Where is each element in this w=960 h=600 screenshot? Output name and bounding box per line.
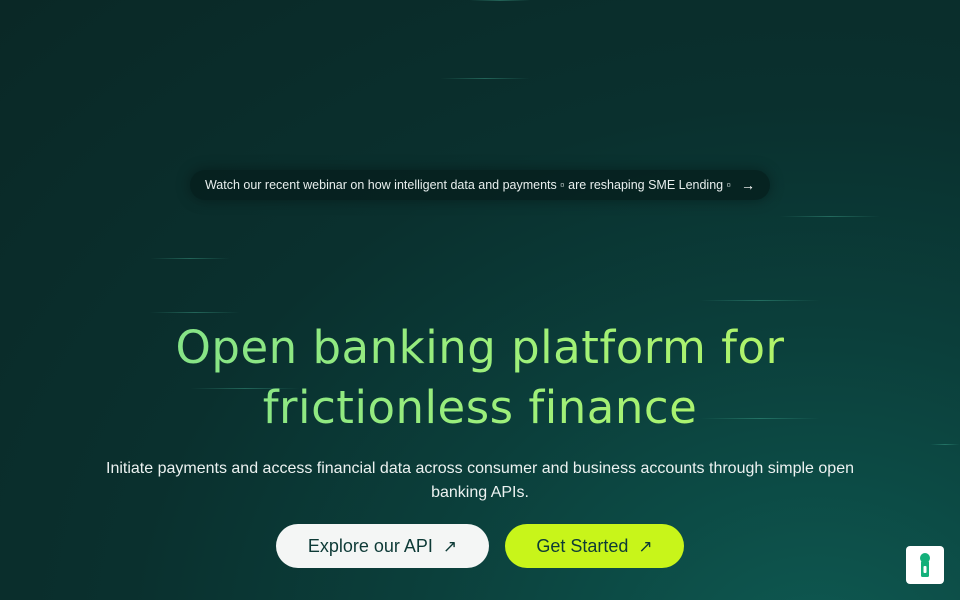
decorative-streak <box>470 0 530 1</box>
explore-api-button[interactable]: Explore our API ↗ <box>276 524 489 568</box>
webinar-banner[interactable]: Watch our recent webinar on how intellig… <box>190 170 770 200</box>
hero-title-line-1: Open banking platform for <box>175 321 785 374</box>
hero-title: Open banking platform for frictionless f… <box>80 318 880 438</box>
decorative-streak <box>780 216 880 217</box>
decorative-streak <box>150 312 240 313</box>
hero-subtitle: Initiate payments and access financial d… <box>106 460 854 501</box>
privacy-widget-button[interactable] <box>906 546 944 584</box>
arrow-right-icon: → <box>741 177 756 193</box>
decorative-streak <box>440 78 530 79</box>
get-started-button[interactable]: Get Started ↗ <box>505 524 684 568</box>
webinar-banner-text: Watch our recent webinar on how intellig… <box>204 178 732 192</box>
decorative-streak <box>700 300 820 301</box>
get-started-label: Get Started <box>536 535 629 556</box>
arrow-up-right-icon: ↗ <box>638 536 653 556</box>
decorative-streak <box>930 444 960 445</box>
hero-title-line-2: frictionless finance <box>262 381 698 434</box>
keyhole-icon <box>920 553 930 577</box>
decorative-streak <box>150 258 230 259</box>
arrow-up-right-icon: ↗ <box>442 536 458 556</box>
explore-api-label: Explore our API <box>307 535 433 556</box>
